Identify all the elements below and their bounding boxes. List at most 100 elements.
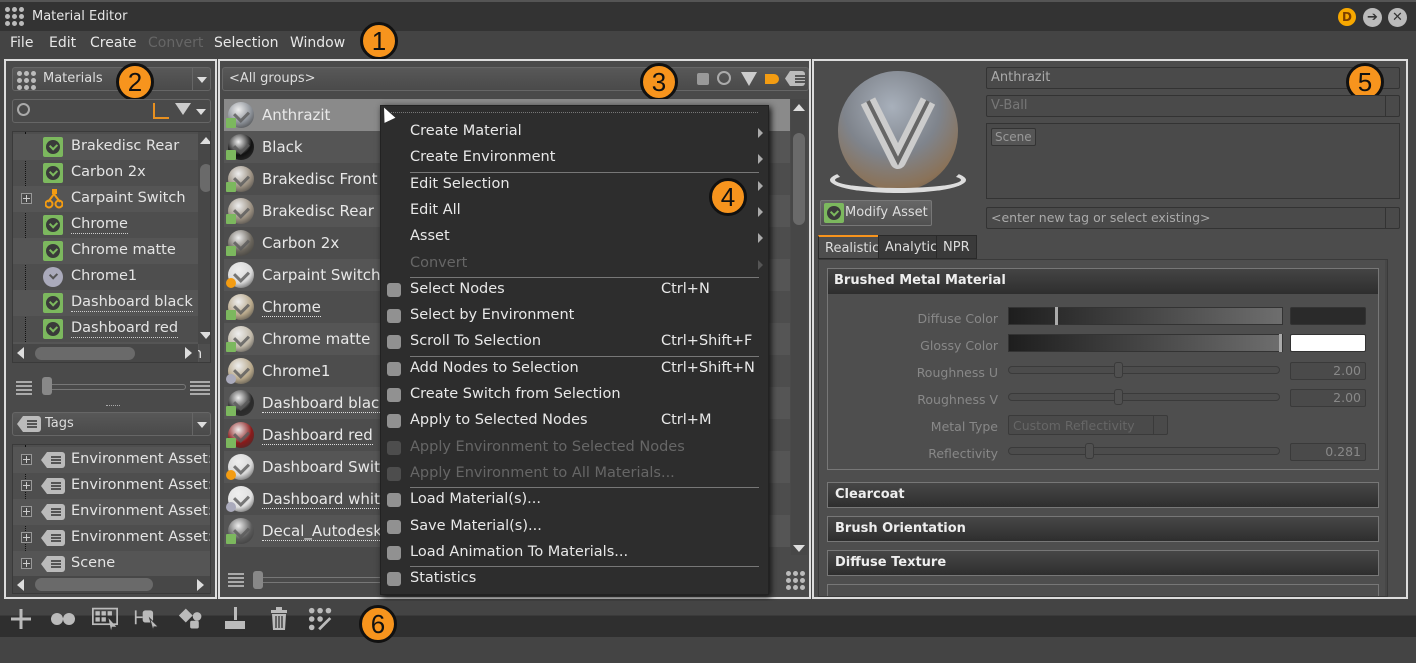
expand-icon[interactable] (21, 506, 32, 517)
menu-item-select-by-environment[interactable]: Select by Environment (381, 303, 770, 329)
zoom-slider-handle[interactable] (253, 571, 263, 589)
expand-icon[interactable] (21, 480, 32, 491)
tag-chip[interactable]: Scene (991, 128, 1036, 146)
expand-icon[interactable] (21, 532, 32, 543)
menu-selection[interactable]: Selection (214, 35, 279, 51)
tag-icon[interactable] (785, 71, 805, 86)
material-list-scrollbar[interactable] (791, 99, 807, 555)
hierarchy-icon[interactable] (153, 103, 169, 119)
tag-item[interactable]: Environment Asset: Oı (13, 499, 210, 525)
menu-item-load-material-s[interactable]: Load Material(s)... (381, 487, 770, 513)
menu-item-select-nodes[interactable]: Select Nodes Ctrl+N (381, 277, 770, 303)
add-icon[interactable] (8, 606, 34, 632)
close-icon[interactable]: ✕ (1388, 8, 1407, 27)
tag-item[interactable]: Environment Asset: Oı (13, 473, 210, 499)
diffuse-color-swatch[interactable] (1290, 307, 1366, 325)
menu-item-load-animation-to-materials[interactable]: Load Animation To Materials... (381, 540, 770, 566)
d-badge-icon[interactable]: D (1338, 8, 1356, 26)
tree-item[interactable]: Chrome1 (13, 264, 199, 290)
select-nodes-icon[interactable] (134, 606, 160, 632)
view-selector[interactable]: Materials (12, 67, 211, 91)
chevron-down-icon[interactable] (192, 68, 210, 90)
tab-realistic[interactable]: Realistic (818, 235, 887, 259)
roughness-u-value[interactable]: 2.00 (1290, 362, 1366, 380)
metal-type-select[interactable]: Custom Reflectivity (1008, 415, 1168, 435)
lock-icon[interactable] (697, 73, 709, 85)
roughness-v-value[interactable]: 2.00 (1290, 389, 1366, 407)
menu-item-create-material[interactable]: Create Material (381, 119, 770, 145)
section-brush-orientation[interactable]: Brush Orientation (827, 516, 1379, 542)
size-slider-handle[interactable] (42, 377, 52, 395)
chevron-down-icon[interactable] (192, 413, 210, 435)
filter-icon[interactable] (175, 103, 191, 115)
section-diffuse-texture[interactable]: Diffuse Texture (827, 550, 1379, 576)
roughness-u-slider[interactable] (1008, 362, 1280, 378)
reflectivity-slider[interactable] (1008, 443, 1280, 459)
cleanup-brush-icon[interactable] (222, 606, 248, 632)
delete-icon[interactable] (266, 606, 292, 632)
tag-item[interactable]: Environment Asset: Er (13, 447, 210, 473)
tab-npr[interactable]: NPR (936, 235, 977, 259)
section-header[interactable]: Brushed Metal Material (828, 269, 1378, 294)
select-grid-icon[interactable] (92, 606, 118, 632)
modify-asset-button[interactable]: Modify Asset (820, 200, 932, 226)
menu-item-create-environment[interactable]: Create Environment (381, 145, 770, 171)
tree-item[interactable]: Dashboard black (13, 290, 199, 316)
material-tools-icon[interactable] (308, 606, 334, 632)
menu-item-apply-to-selected-nodes[interactable]: Apply to Selected Nodes Ctrl+M (381, 408, 770, 434)
menu-edit[interactable]: Edit (49, 35, 76, 51)
search-icon[interactable] (717, 71, 731, 85)
group-selector[interactable]: <All groups> (222, 67, 809, 91)
menu-item-add-nodes-to-selection[interactable]: Add Nodes to Selection Ctrl+Shift+N (381, 356, 770, 382)
splitter-handle[interactable] (106, 405, 120, 406)
filter-dropdown-icon[interactable] (192, 100, 210, 122)
tag-input[interactable]: <enter new tag or select existing> (986, 207, 1400, 229)
tag-item[interactable]: Scene (13, 551, 210, 577)
tree-item[interactable]: Dashboard red (13, 316, 199, 342)
filter-icon[interactable] (741, 72, 757, 86)
preview-icon[interactable] (50, 606, 76, 632)
search-input[interactable] (35, 101, 150, 121)
menu-item-label: Load Animation To Materials... (410, 543, 629, 560)
glossy-color-gradient[interactable] (1008, 334, 1283, 352)
tags-selector[interactable]: Tags (12, 412, 211, 436)
tree-item[interactable]: Chrome (13, 212, 199, 238)
diffuse-color-gradient[interactable] (1008, 307, 1283, 325)
tree-item[interactable]: Brakedisc Rear (13, 134, 199, 160)
list-view-icon[interactable] (228, 573, 244, 587)
menu-item-statistics[interactable]: Statistics (381, 566, 770, 592)
group-icon[interactable] (765, 74, 779, 84)
glossy-color-swatch[interactable] (1290, 334, 1366, 352)
grid-view-icon[interactable] (786, 571, 805, 590)
detail-view-icon[interactable] (190, 381, 210, 395)
list-view-icon[interactable] (16, 381, 32, 395)
reflectivity-value[interactable]: 0.281 (1290, 443, 1366, 461)
tree-item[interactable]: Carbon 2x (13, 160, 199, 186)
tree-hscrollbar[interactable] (13, 344, 198, 362)
section-clearcoat[interactable]: Clearcoat (827, 482, 1379, 508)
material-name-field[interactable]: Anthrazit (986, 67, 1400, 89)
properties-scrollbar[interactable] (1385, 260, 1387, 596)
tree-item[interactable]: Chrome matte (13, 238, 199, 264)
expand-icon[interactable] (21, 193, 32, 204)
tags-hscrollbar[interactable] (13, 576, 210, 593)
preview-type-select[interactable]: V-Ball (986, 95, 1400, 117)
menu-create[interactable]: Create (90, 35, 137, 51)
tree-scrollbar[interactable] (198, 132, 210, 344)
tag-item[interactable]: Environment Asset: St (13, 525, 210, 551)
menu-item-create-switch-from-selection[interactable]: Create Switch from Selection (381, 382, 770, 408)
size-slider[interactable] (46, 384, 186, 390)
menu-item-save-material-s[interactable]: Save Material(s)... (381, 514, 770, 540)
menu-item-scroll-to-selection[interactable]: Scroll To Selection Ctrl+Shift+F (381, 329, 770, 355)
menu-item-asset[interactable]: Asset (381, 224, 770, 250)
menu-file[interactable]: File (10, 35, 33, 51)
expand-icon[interactable] (21, 454, 32, 465)
apply-nodes-icon[interactable] (178, 606, 204, 632)
roughness-v-slider[interactable] (1008, 389, 1280, 405)
tree-item[interactable]: Carpaint Switch (13, 186, 199, 212)
expand-icon[interactable] (21, 558, 32, 569)
zoom-slider[interactable] (258, 577, 388, 583)
tab-analytic[interactable]: Analytic (878, 235, 945, 259)
forward-arrow-icon[interactable]: ➔ (1363, 8, 1382, 27)
menu-window[interactable]: Window (290, 35, 345, 51)
